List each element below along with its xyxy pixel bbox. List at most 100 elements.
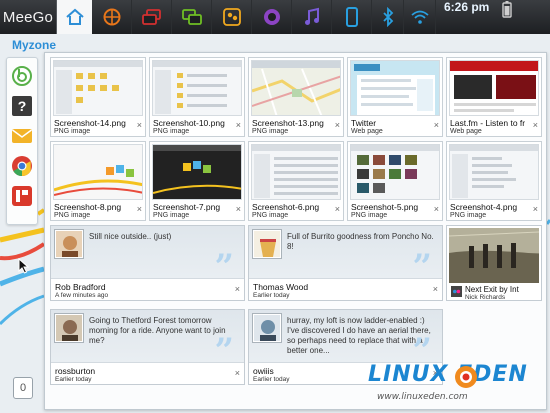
file-type: PNG image [54, 212, 91, 219]
network-button[interactable] [404, 0, 436, 34]
recent-file-tile[interactable]: Last.fm - Listen to fr Web page × [446, 57, 542, 137]
avatar [55, 314, 83, 342]
applications-zone-button[interactable] [252, 0, 292, 34]
thumbnail [251, 60, 341, 116]
file-type: PNG image [252, 212, 289, 219]
rail-item-email[interactable] [10, 124, 34, 148]
battery-button[interactable] [494, 0, 520, 34]
timestamp: A few minutes ago [55, 292, 109, 299]
thumbnail [152, 144, 242, 200]
author-name: Rob Bradford [55, 282, 106, 292]
bluetooth-button[interactable] [372, 0, 404, 34]
timestamp: Earlier today [55, 376, 92, 383]
page-type: Web page [351, 128, 383, 135]
recent-file-tile[interactable]: Screenshot-5.png PNG image × [347, 141, 443, 221]
close-icon[interactable]: × [533, 204, 538, 214]
globe-icon [103, 8, 120, 26]
author-name: Thomas Wood [253, 282, 309, 292]
rail-item-bisigi[interactable] [10, 64, 34, 88]
notification-counter[interactable]: 0 [13, 377, 33, 399]
recent-file-tile[interactable]: Screenshot-8.png PNG image × [50, 141, 146, 221]
card-footer: Thomas Wood Earlier today × [249, 278, 442, 300]
thumbnail [152, 60, 242, 116]
mouse-pointer-icon [18, 258, 30, 274]
chrome-icon [12, 156, 32, 177]
clock[interactable]: 6:26 pm [444, 0, 494, 34]
file-type: PNG image [252, 128, 289, 135]
close-icon[interactable]: × [533, 120, 538, 130]
rail-item-help[interactable]: ? [10, 94, 34, 118]
watermark-logo: LINUX EDEN [368, 362, 528, 387]
bisigi-icon [12, 66, 32, 86]
status-icon [181, 9, 202, 25]
photo-thumbnail [449, 228, 539, 283]
close-icon[interactable]: × [236, 204, 241, 214]
close-icon[interactable]: × [235, 284, 240, 294]
windows-zone-button[interactable] [132, 0, 172, 34]
page-title: Twitter [351, 118, 377, 128]
file-type: PNG image [153, 212, 190, 219]
recent-file-tile[interactable]: Screenshot-7.png PNG image × [149, 141, 245, 221]
file-name: Screenshot-4.png [450, 202, 518, 212]
author-name: owiiis [253, 366, 274, 376]
author-name: rossburton [55, 366, 96, 376]
avatar [55, 230, 83, 258]
recent-file-tile[interactable]: Screenshot-14.png PNG image × [50, 57, 146, 137]
photo-tile[interactable]: Next Exit by Int Nick Richards [446, 225, 542, 301]
recent-file-tile[interactable]: Twitter Web page × [347, 57, 443, 137]
rail-item-chrome[interactable] [10, 154, 34, 178]
flickr-icon [451, 286, 462, 297]
thumbnail [350, 144, 440, 200]
watermark-url: www.linuxeden.com [377, 392, 468, 402]
recent-file-tile[interactable]: Screenshot-13.png PNG image × [248, 57, 344, 137]
close-icon[interactable]: × [236, 120, 241, 130]
thumbnail [53, 60, 143, 116]
web-zone-button[interactable] [92, 0, 132, 34]
music-zone-button[interactable] [292, 0, 332, 34]
timestamp: Earlier today [253, 292, 290, 299]
svg-text:?: ? [18, 98, 27, 114]
windows-icon [141, 9, 161, 25]
file-type: PNG image [351, 212, 388, 219]
file-name: Screenshot-6.png [252, 202, 320, 212]
timestamp: Earlier today [253, 376, 290, 383]
thumbnail [449, 60, 539, 116]
close-icon[interactable]: × [434, 204, 439, 214]
wifi-icon [410, 10, 429, 24]
close-icon[interactable]: × [137, 120, 142, 130]
close-icon[interactable]: × [434, 120, 439, 130]
recent-file-tile[interactable]: Screenshot-10.png PNG image × [149, 57, 245, 137]
close-icon[interactable]: × [335, 204, 340, 214]
card-footer: Rob Bradford A few minutes ago × [51, 278, 244, 300]
people-icon [222, 8, 241, 26]
home-zone-button[interactable] [57, 0, 92, 34]
zone-icons: 6:26 pm [92, 0, 550, 34]
apps-icon [263, 9, 280, 25]
status-update-card[interactable]: Full of Burrito goodness from Poncho No.… [248, 225, 443, 301]
music-icon [304, 7, 319, 25]
close-icon[interactable]: × [235, 368, 240, 378]
avatar [253, 230, 281, 258]
help-icon: ? [12, 96, 32, 116]
zone-title: Myzone [12, 38, 57, 52]
close-icon[interactable]: × [335, 120, 340, 130]
file-type: PNG image [54, 128, 91, 135]
close-icon[interactable]: × [137, 204, 142, 214]
file-name: Screenshot-7.png [153, 202, 221, 212]
rail-item-presentation[interactable] [10, 184, 34, 208]
thumbnail [350, 60, 440, 116]
avatar [253, 314, 281, 342]
devices-zone-button[interactable] [332, 0, 372, 34]
status-update-card[interactable]: Going to Thetford Forest tomorrow mornin… [50, 309, 245, 385]
meego-brand[interactable]: MeeGo [0, 9, 56, 26]
recent-file-tile[interactable]: Screenshot-4.png PNG image × [446, 141, 542, 221]
bluetooth-icon [382, 7, 393, 27]
status-zone-button[interactable] [172, 0, 212, 34]
recent-file-tile[interactable]: Screenshot-6.png PNG image × [248, 141, 344, 221]
close-icon[interactable]: × [433, 284, 438, 294]
card-footer: rossburton Earlier today × [51, 362, 244, 384]
people-zone-button[interactable] [212, 0, 252, 34]
page-type: Web page [450, 128, 482, 135]
status-update-card[interactable]: Still nice outside.. (just) ” Rob Bradfo… [50, 225, 245, 301]
thumbnail [449, 144, 539, 200]
